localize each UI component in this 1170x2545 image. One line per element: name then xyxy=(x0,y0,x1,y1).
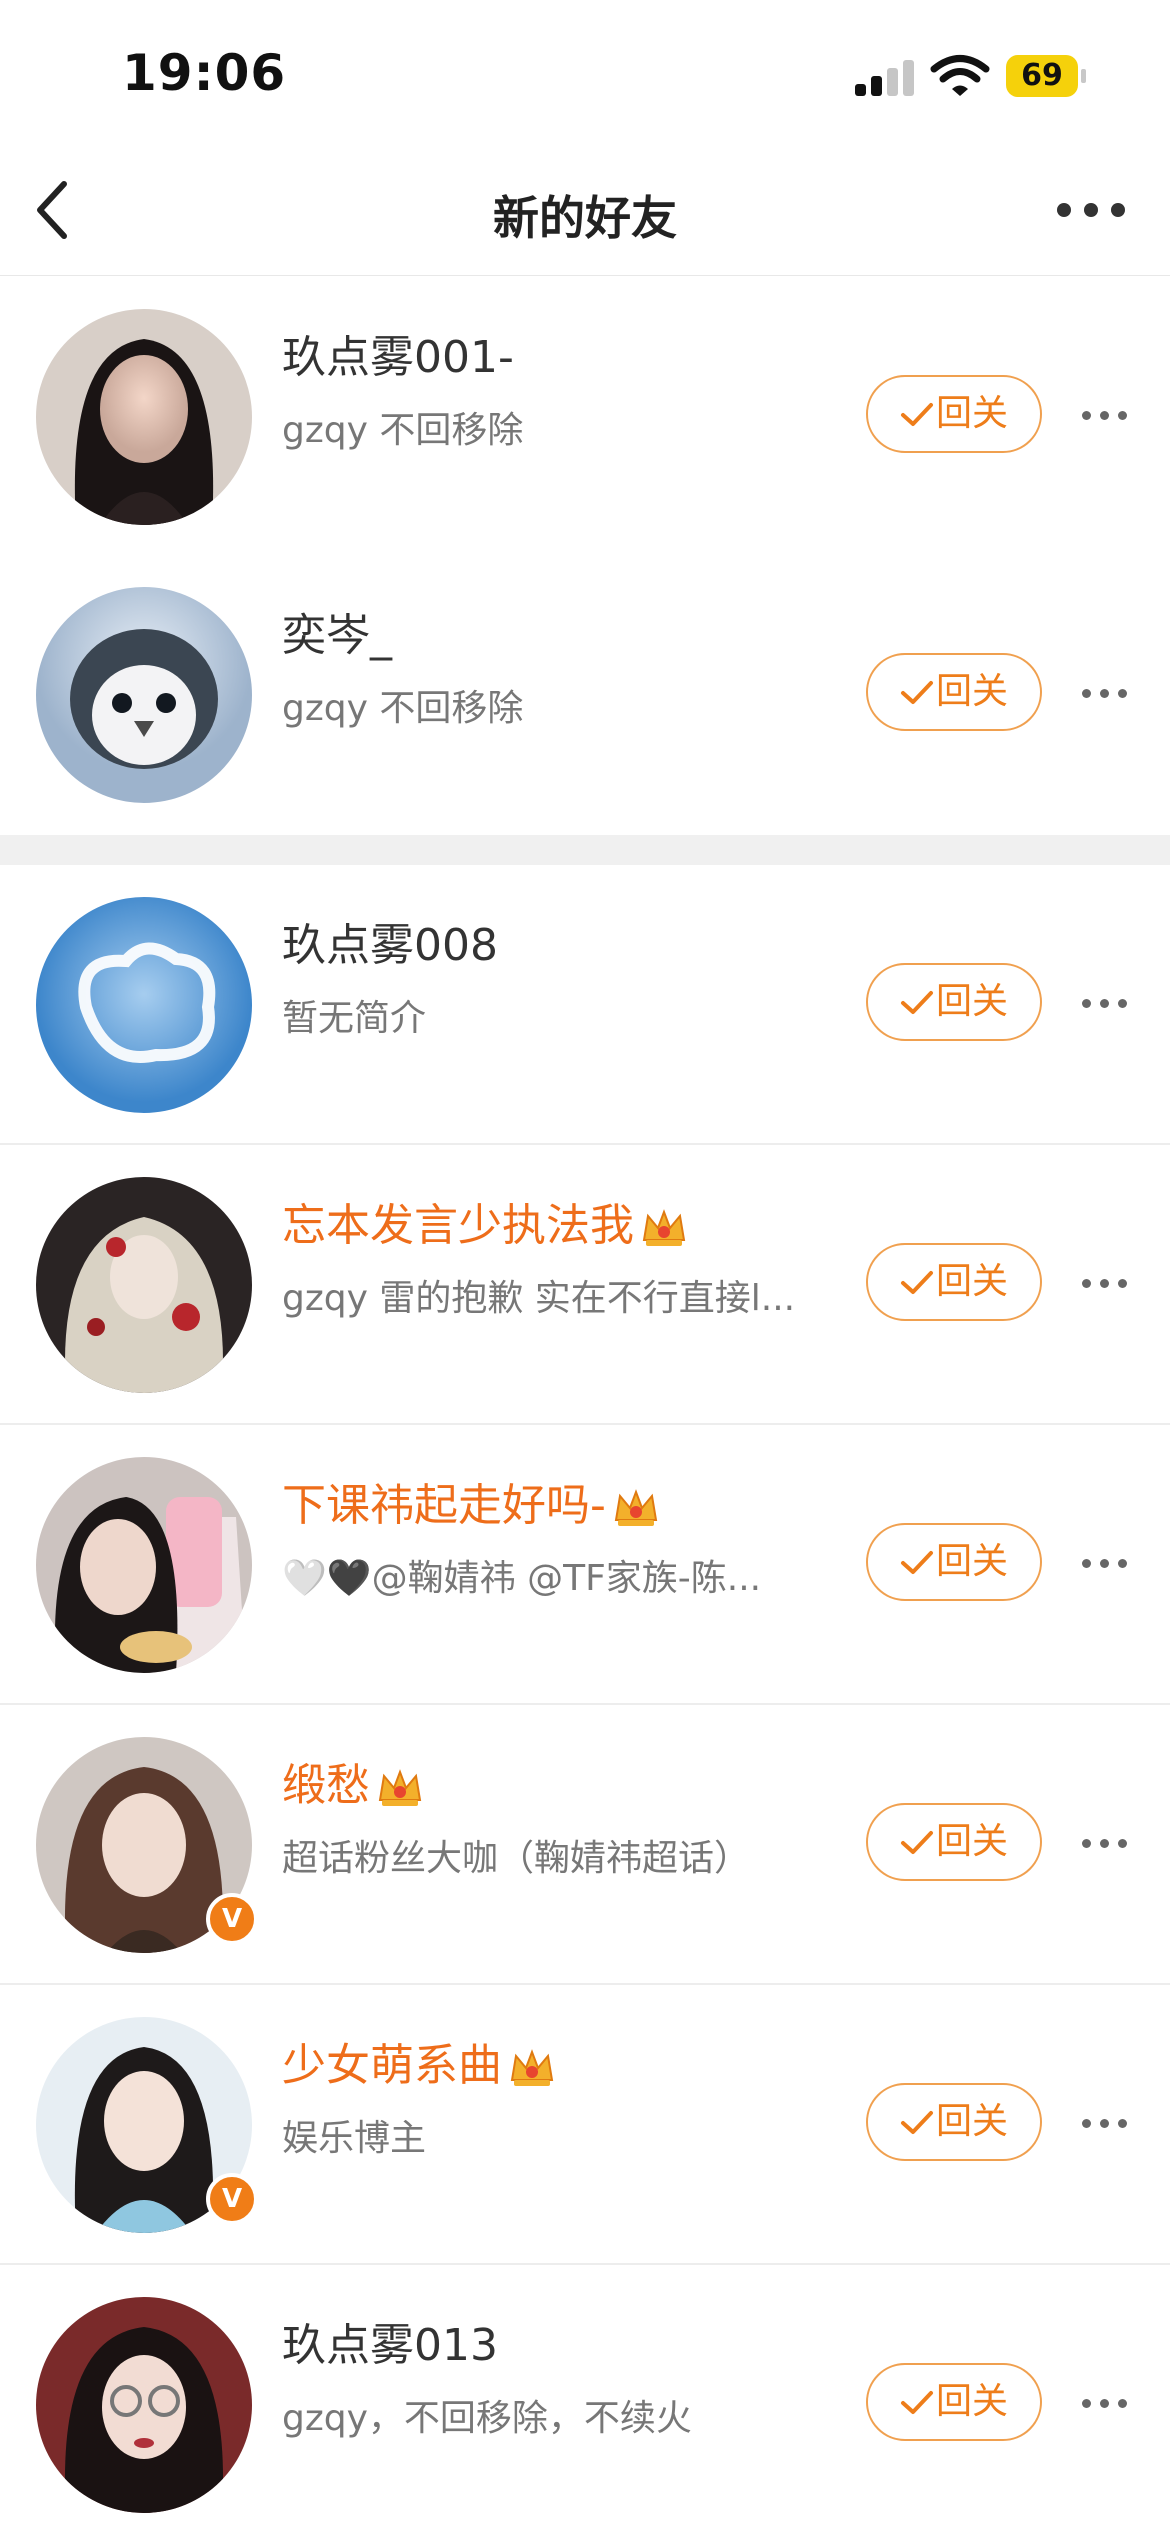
list-item[interactable]: 下课祎起走好吗- 🤍🖤@鞠婧祎 @TF家族-陈... 回关 xyxy=(0,1425,1170,1705)
follow-back-button[interactable]: 回关 xyxy=(866,653,1042,731)
verified-v-icon: V xyxy=(206,1893,258,1945)
user-name[interactable]: 玖点雾008 xyxy=(282,909,498,973)
battery-tip xyxy=(1081,69,1086,83)
avatar[interactable] xyxy=(36,2297,252,2513)
status-bar: 19:06 69 xyxy=(0,0,1170,150)
user-name[interactable]: 玖点雾001- xyxy=(282,321,514,385)
user-name[interactable]: 奕岑_ xyxy=(282,599,392,663)
user-name[interactable]: 玖点雾013 xyxy=(282,2309,498,2373)
list-item[interactable]: 玖点雾008 暂无简介 回关 xyxy=(0,865,1170,1145)
vip-crown-icon xyxy=(510,2049,554,2086)
user-description: gzqy 不回移除 xyxy=(282,688,524,729)
user-description: 超话粉丝大咖（鞠婧祎超话） xyxy=(282,1838,751,1879)
list-item[interactable]: 玖点雾001- gzqy 不回移除 回关 xyxy=(0,277,1170,557)
wifi-icon xyxy=(930,55,990,96)
avatar[interactable] xyxy=(36,309,252,525)
list-item[interactable]: 玖点雾013 gzqy，不回移除，不续火 回关 xyxy=(0,2265,1170,2545)
follow-back-button[interactable]: 回关 xyxy=(866,963,1042,1041)
battery-indicator: 69 xyxy=(1006,55,1086,97)
user-description: 娱乐博主 xyxy=(282,2118,427,2159)
follow-back-label: 回关 xyxy=(935,393,1008,434)
more-icon[interactable] xyxy=(1080,395,1132,435)
user-description: gzqy，不回移除，不续火 xyxy=(282,2398,692,2439)
more-icon[interactable] xyxy=(1080,983,1132,1023)
user-name[interactable]: 缎愁 xyxy=(282,1749,424,1813)
user-name[interactable]: 下课祎起走好吗- xyxy=(282,1469,660,1533)
section-divider xyxy=(0,835,1170,865)
avatar[interactable] xyxy=(36,897,252,1113)
more-icon[interactable] xyxy=(1080,1823,1132,1863)
user-description: gzqy 雷的抱歉 实在不行直接l... xyxy=(282,1278,796,1319)
vip-crown-icon xyxy=(614,1489,658,1526)
check-icon xyxy=(900,2391,933,2414)
follow-back-label: 回关 xyxy=(935,2381,1008,2422)
follow-back-label: 回关 xyxy=(935,1541,1008,1582)
follow-back-button[interactable]: 回关 xyxy=(866,2083,1042,2161)
user-description: 🤍🖤@鞠婧祎 @TF家族-陈... xyxy=(282,1558,762,1599)
more-icon[interactable] xyxy=(1046,170,1136,250)
user-name[interactable]: 忘本发言少执法我 xyxy=(282,1189,688,1253)
navigation-bar: 新的好友 xyxy=(0,150,1170,276)
follow-back-label: 回关 xyxy=(935,1261,1008,1302)
list-item[interactable]: V 少女萌系曲娱乐博主 回关 xyxy=(0,1985,1170,2265)
follow-back-button[interactable]: 回关 xyxy=(866,1803,1042,1881)
cellular-signal-icon xyxy=(855,58,917,96)
check-icon xyxy=(900,2111,933,2134)
avatar[interactable] xyxy=(36,1457,252,1673)
list-item[interactable]: 奕岑_gzqy 不回移除 回关 xyxy=(0,555,1170,835)
page-title: 新的好友 xyxy=(493,191,677,245)
verified-v-icon: V xyxy=(206,2173,258,2225)
follow-back-label: 回关 xyxy=(935,671,1008,712)
avatar[interactable] xyxy=(36,1177,252,1393)
user-description: 暂无简介 xyxy=(282,998,427,1039)
follow-back-button[interactable]: 回关 xyxy=(866,2363,1042,2441)
more-icon[interactable] xyxy=(1080,673,1132,713)
more-icon[interactable] xyxy=(1080,1263,1132,1303)
list-item[interactable]: 忘本发言少执法我 gzqy 雷的抱歉 实在不行直接l... 回关 xyxy=(0,1145,1170,1425)
status-time: 19:06 xyxy=(122,44,287,102)
more-icon[interactable] xyxy=(1080,2383,1132,2423)
check-icon xyxy=(900,403,933,426)
user-description: gzqy 不回移除 xyxy=(282,410,524,451)
follow-back-button[interactable]: 回关 xyxy=(866,1523,1042,1601)
follow-back-label: 回关 xyxy=(935,981,1008,1022)
more-icon[interactable] xyxy=(1080,2103,1132,2143)
check-icon xyxy=(900,681,933,704)
more-icon[interactable] xyxy=(1080,1543,1132,1583)
user-name[interactable]: 少女萌系曲 xyxy=(282,2029,556,2093)
battery-level: 69 xyxy=(1006,55,1078,97)
vip-crown-icon xyxy=(378,1769,422,1806)
check-icon xyxy=(900,1831,933,1854)
check-icon xyxy=(900,1271,933,1294)
list-item[interactable]: V 缎愁超话粉丝大咖（鞠婧祎超话） 回关 xyxy=(0,1705,1170,1985)
follow-back-button[interactable]: 回关 xyxy=(866,1243,1042,1321)
vip-crown-icon xyxy=(642,1209,686,1246)
avatar[interactable] xyxy=(36,587,252,803)
follow-back-label: 回关 xyxy=(935,2101,1008,2142)
check-icon xyxy=(900,991,933,1014)
follow-back-label: 回关 xyxy=(935,1821,1008,1862)
check-icon xyxy=(900,1551,933,1574)
follow-back-button[interactable]: 回关 xyxy=(866,375,1042,453)
